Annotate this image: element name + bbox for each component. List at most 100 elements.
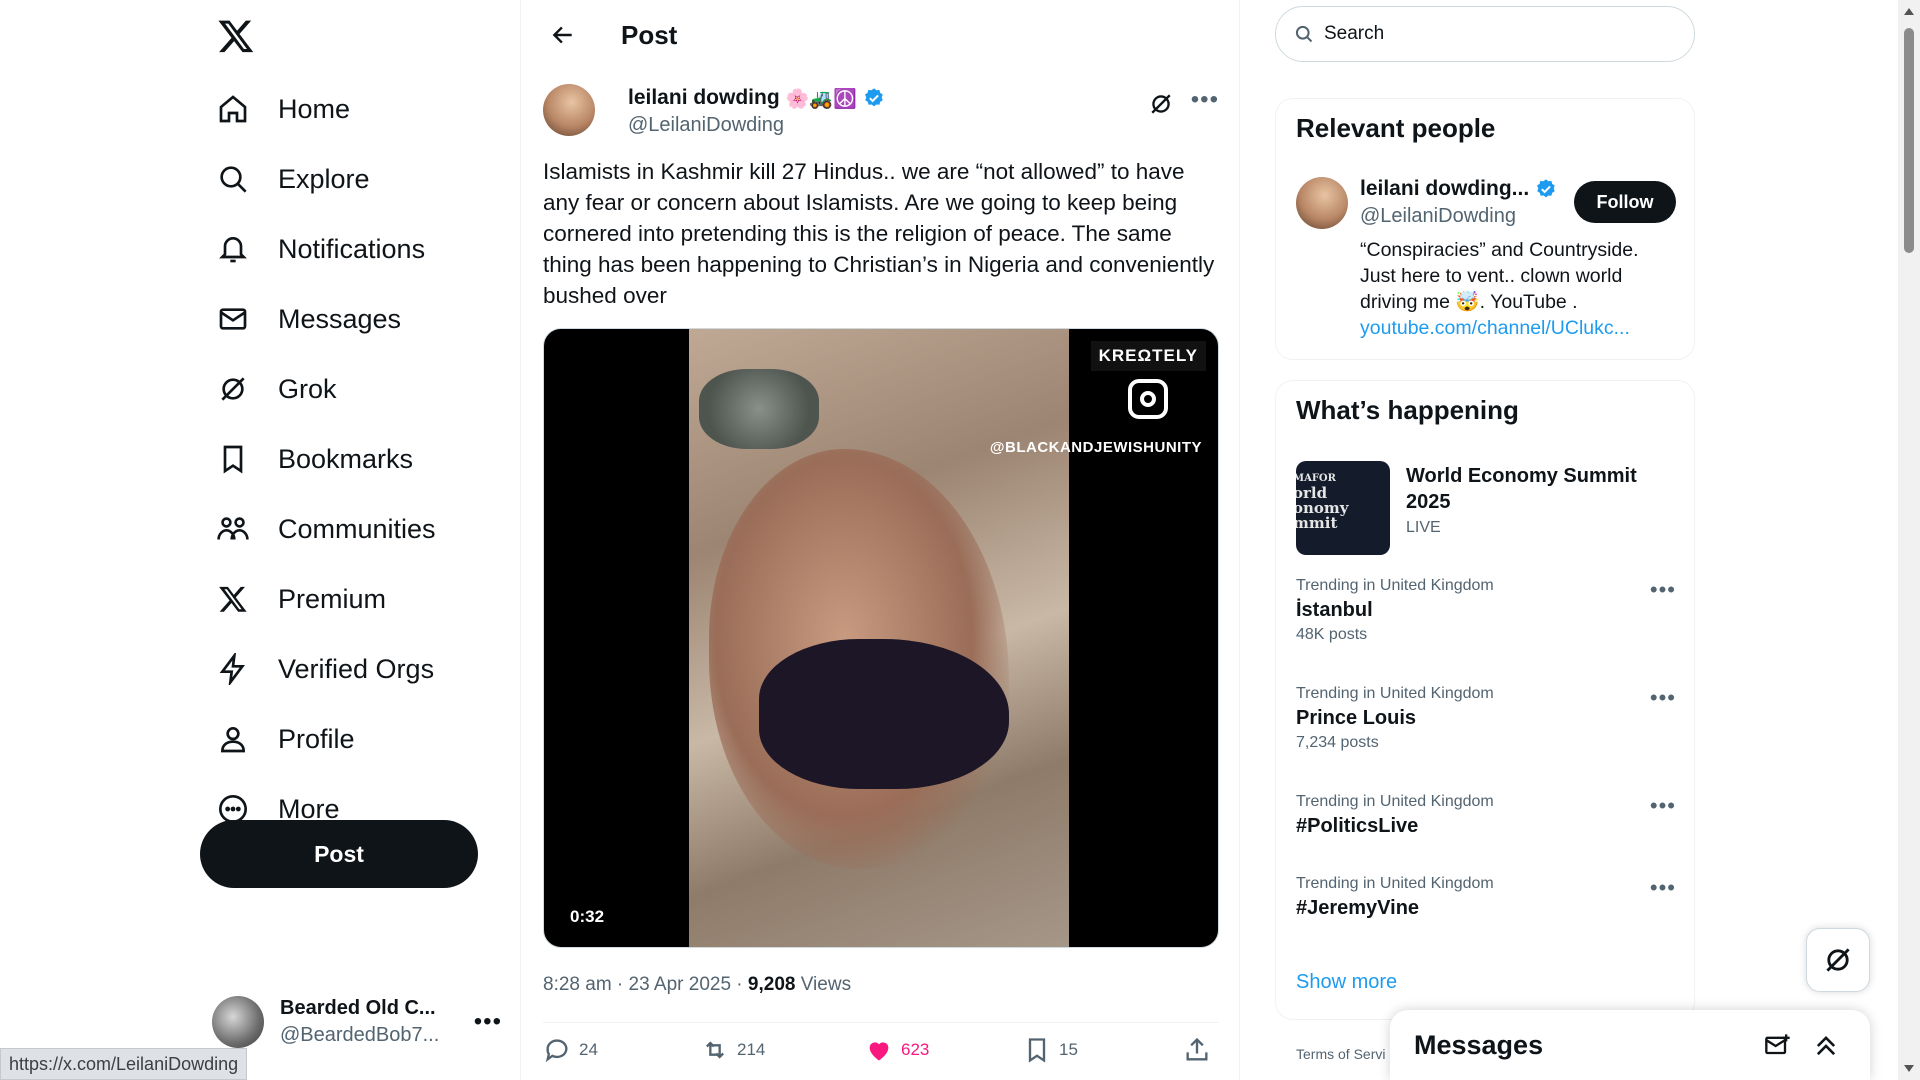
- nav-label: Messages: [278, 303, 402, 334]
- nav-grok[interactable]: Grok: [214, 362, 337, 416]
- scrollbar-thumb[interactable]: [1904, 28, 1914, 253]
- trend-item[interactable]: Trending in United Kingdom Prince Louis …: [1296, 685, 1676, 765]
- grok-icon: [214, 370, 252, 408]
- nav-explore[interactable]: Explore: [214, 152, 370, 206]
- more-horizontal-icon[interactable]: •••: [1650, 685, 1676, 711]
- person-name-row[interactable]: leilani dowding...: [1360, 177, 1557, 201]
- more-horizontal-icon[interactable]: •••: [474, 1008, 502, 1036]
- whats-happening-card: What’s happening MAFOR orld onomy mmit W…: [1275, 380, 1695, 1020]
- share-button[interactable]: [1183, 1036, 1219, 1064]
- grok-icon[interactable]: [1147, 90, 1175, 118]
- nav-profile[interactable]: Profile: [214, 712, 355, 766]
- avatar[interactable]: [543, 84, 595, 136]
- like-button[interactable]: 623: [865, 1036, 929, 1064]
- follow-button[interactable]: Follow: [1574, 181, 1676, 223]
- nav-home[interactable]: Home: [214, 82, 350, 136]
- repost-count: 214: [737, 1040, 766, 1059]
- search-icon: [1295, 25, 1313, 43]
- scroll-down-arrow-icon[interactable]: [1904, 1065, 1914, 1072]
- event-title: World Economy Summit 2025: [1406, 465, 1637, 513]
- post-timestamp[interactable]: 8:28 am · 23 Apr 2025 ·: [543, 974, 748, 995]
- avatar[interactable]: [1296, 177, 1348, 229]
- repost-icon: [706, 1041, 724, 1059]
- scroll-up-arrow-icon[interactable]: [1904, 8, 1914, 15]
- post-column: Post leilani dowding 🌸🚜☮️ @LeilaniDowdin…: [520, 0, 1240, 1080]
- views-label: Views: [795, 974, 852, 995]
- reply-button[interactable]: 24: [543, 1036, 598, 1064]
- reply-count: 24: [579, 1040, 598, 1059]
- back-arrow-icon[interactable]: [543, 15, 583, 55]
- trend-title: #PoliticsLive: [1296, 815, 1419, 837]
- chevron-double-up-icon[interactable]: [1812, 1032, 1840, 1060]
- repost-button[interactable]: 214: [701, 1036, 765, 1064]
- nav-bookmarks[interactable]: Bookmarks: [214, 432, 413, 486]
- show-more-link[interactable]: Show more: [1296, 971, 1397, 994]
- nav-label: Bookmarks: [278, 443, 414, 474]
- nav-premium[interactable]: Premium: [214, 572, 386, 626]
- trend-item[interactable]: Trending in United Kingdom #JeremyVine •…: [1296, 875, 1676, 955]
- nav-messages[interactable]: Messages: [214, 292, 401, 346]
- more-horizontal-icon[interactable]: •••: [1650, 875, 1676, 901]
- page-scrollbar[interactable]: [1898, 0, 1920, 1080]
- person-icon: [214, 720, 252, 758]
- video-content-detail: [759, 639, 1009, 789]
- nav-communities[interactable]: Communities: [214, 502, 436, 556]
- x-logo-icon: [214, 580, 252, 618]
- terms-link[interactable]: Terms of Servi: [1296, 1046, 1385, 1062]
- thumb-text: mmit: [1296, 514, 1338, 532]
- trend-count: 7,234 posts: [1296, 734, 1379, 751]
- new-message-icon[interactable]: [1764, 1032, 1792, 1060]
- bookmark-icon: [1028, 1038, 1046, 1063]
- bio-link[interactable]: youtube.com/channel/UClukc...: [1360, 317, 1630, 339]
- messages-drawer[interactable]: Messages: [1390, 1010, 1870, 1080]
- post-meta: 8:28 am · 23 Apr 2025 · 9,208 Views: [543, 974, 851, 996]
- search-input[interactable]: Search: [1275, 6, 1695, 62]
- nav-label: Grok: [278, 373, 337, 404]
- trend-item[interactable]: Trending in United Kingdom #PoliticsLive…: [1296, 793, 1676, 873]
- compose-post-button[interactable]: Post: [200, 820, 478, 888]
- person-handle[interactable]: @LeilaniDowding: [1360, 205, 1516, 228]
- more-horizontal-icon[interactable]: •••: [1650, 577, 1676, 603]
- account-name: Bearded Old C...: [280, 997, 436, 1019]
- more-horizontal-icon[interactable]: •••: [1650, 793, 1676, 819]
- account-switcher[interactable]: Bearded Old C... @BeardedBob7... •••: [212, 990, 502, 1054]
- author-handle[interactable]: @LeilaniDowding: [628, 114, 784, 137]
- nav-notifications[interactable]: Notifications: [214, 222, 425, 276]
- verified-badge-icon: [864, 88, 883, 107]
- nav-verified-orgs[interactable]: Verified Orgs: [214, 642, 434, 696]
- more-horizontal-icon[interactable]: •••: [1191, 86, 1219, 114]
- author-name-row[interactable]: leilani dowding 🌸🚜☮️: [628, 86, 885, 110]
- bookmark-button[interactable]: 15: [1023, 1036, 1078, 1064]
- event-thumbnail: MAFOR orld onomy mmit: [1296, 461, 1390, 555]
- account-handle: @BeardedBob7...: [280, 1024, 440, 1046]
- nav-label: Communities: [278, 513, 436, 544]
- bookmark-icon: [214, 440, 252, 478]
- communities-icon: [214, 510, 252, 548]
- trend-title: İstanbul: [1296, 599, 1373, 621]
- like-count: 623: [901, 1040, 930, 1059]
- share-icon: [1186, 1037, 1208, 1061]
- grok-floating-button[interactable]: [1806, 928, 1870, 992]
- person-name[interactable]: leilani dowding...: [1360, 177, 1529, 201]
- author-name[interactable]: leilani dowding: [628, 86, 780, 110]
- nav-label: Premium: [278, 583, 387, 614]
- event-status: LIVE: [1406, 519, 1441, 536]
- search-placeholder: Search: [1324, 23, 1385, 44]
- event-item[interactable]: MAFOR orld onomy mmit World Economy Summ…: [1296, 461, 1676, 557]
- nav-label: Explore: [278, 163, 370, 194]
- lightning-icon: [214, 650, 252, 688]
- x-logo-icon[interactable]: [214, 14, 258, 58]
- section-title: Relevant people: [1296, 113, 1496, 143]
- relevant-people-card: Relevant people leilani dowding... @Leil…: [1275, 98, 1695, 360]
- view-count: 9,208: [747, 974, 796, 995]
- trend-title: Prince Louis: [1296, 707, 1417, 729]
- nav-label: Profile: [278, 723, 355, 754]
- nav-label: Verified Orgs: [278, 653, 435, 684]
- divider: [543, 1022, 1219, 1023]
- video-duration: 0:32: [564, 905, 611, 929]
- trend-item[interactable]: Trending in United Kingdom İstanbul 48K …: [1296, 577, 1676, 657]
- trend-context: Trending in United Kingdom: [1296, 685, 1494, 702]
- trend-context: Trending in United Kingdom: [1296, 875, 1494, 892]
- post-video[interactable]: KREΩTELY @BLACKANDJEWISHUNITY 0:32: [543, 328, 1219, 948]
- instagram-icon: [1128, 379, 1168, 419]
